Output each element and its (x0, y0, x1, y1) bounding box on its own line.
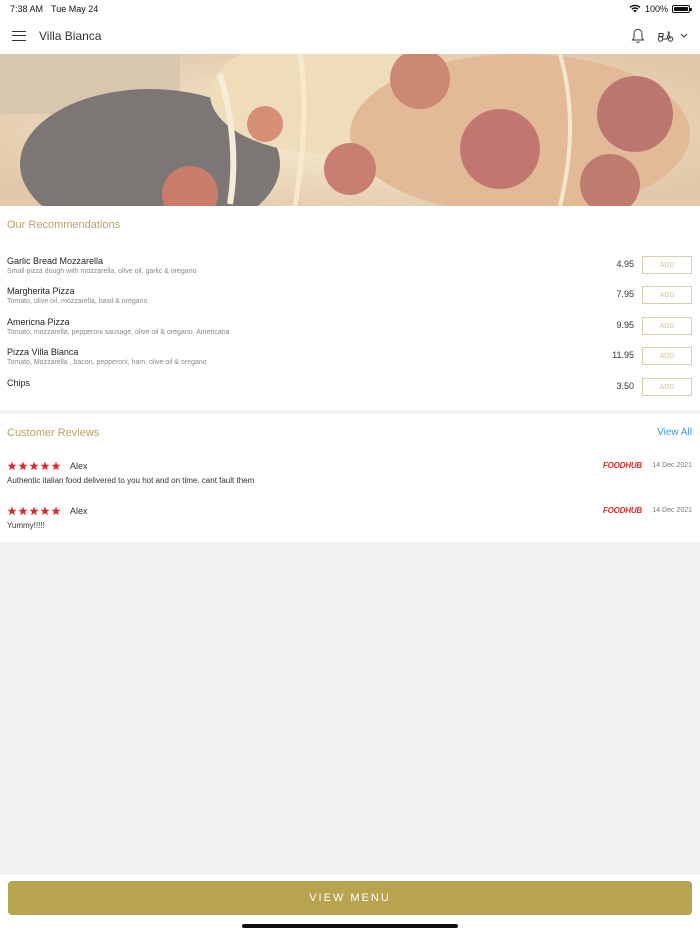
menu-item[interactable]: Pizza Villa Blanca Tomato, Mozzarella , … (0, 347, 700, 377)
star-icon (18, 506, 28, 516)
item-description: Tomato, mozzarella, pepperoni sausage, o… (7, 329, 230, 336)
star-icon (51, 461, 61, 471)
review-text: Authentic italian food delivered to you … (7, 476, 255, 485)
item-description: Tomato, olive oil, mozzarella, basil & o… (7, 298, 148, 305)
review-item: Alex Yummy!!!!! FOODHUB 14 Dec 2021 (0, 506, 700, 546)
bottom-bar: VIEW MENU (0, 875, 700, 934)
battery-percent: 100% (644, 3, 668, 14)
review-date: 14 Dec 2021 (652, 462, 692, 469)
star-icon (7, 461, 17, 471)
star-icon (18, 461, 28, 471)
wifi-icon (629, 4, 641, 13)
star-icon (51, 506, 61, 516)
status-time: 7:38 AM (10, 3, 44, 14)
status-date: Tue May 24 (51, 3, 99, 14)
hamburger-menu-icon[interactable] (12, 30, 26, 41)
app-header: Villa Bianca (0, 17, 700, 54)
view-menu-button[interactable]: VIEW MENU (8, 881, 692, 915)
reviewer-name: Alex (70, 506, 88, 516)
add-button[interactable]: ADD (642, 256, 692, 274)
menu-item[interactable]: Margherita Pizza Tomato, olive oil, mozz… (0, 286, 700, 316)
menu-item[interactable]: Chips 3.50 ADD (0, 378, 700, 408)
star-icon (40, 506, 50, 516)
item-name: Margherita Pizza (7, 286, 75, 296)
reviews-section: Customer Reviews View All Alex Authentic… (0, 414, 700, 542)
reviews-title: Customer Reviews (7, 427, 100, 439)
star-icon (40, 461, 50, 471)
add-button[interactable]: ADD (642, 378, 692, 396)
star-icon (7, 506, 17, 516)
menu-item[interactable]: Garlic Bread Mozzarella Small pizza doug… (0, 256, 700, 286)
star-rating (7, 506, 61, 516)
status-bar: 7:38 AM Tue May 24 100% (0, 0, 700, 17)
star-icon (29, 461, 39, 471)
chevron-down-icon (680, 33, 688, 38)
item-price: 11.95 (612, 350, 634, 360)
home-indicator (242, 924, 458, 928)
item-name: Garlic Bread Mozzarella (7, 256, 104, 266)
star-rating (7, 461, 61, 471)
add-button[interactable]: ADD (642, 317, 692, 335)
reviewer-name: Alex (70, 461, 88, 471)
foodhub-logo: FOODHUB (602, 506, 642, 515)
menu-item[interactable]: Americna Pizza Tomato, mozzarella, peppe… (0, 317, 700, 347)
item-price: 4.95 (616, 259, 634, 269)
item-price: 3.50 (616, 381, 634, 391)
foodhub-logo: FOODHUB (602, 461, 642, 470)
item-description: Tomato, Mozzarella , bacon, pepperoni, h… (7, 359, 207, 366)
add-button[interactable]: ADD (642, 347, 692, 365)
page-title: Villa Bianca (39, 28, 102, 43)
recommendations-section: Our Recommendations Garlic Bread Mozzare… (0, 206, 700, 410)
delivery-mode-selector[interactable] (657, 30, 688, 42)
item-price: 9.95 (616, 320, 634, 330)
star-icon (29, 506, 39, 516)
hero-image (0, 54, 700, 206)
add-button[interactable]: ADD (642, 286, 692, 304)
scooter-icon (657, 31, 674, 42)
review-text: Yummy!!!!! (7, 521, 45, 530)
view-all-link[interactable]: View All (657, 427, 692, 438)
header-actions (631, 28, 688, 44)
item-description: Small pizza dough with mozzarella, olive… (7, 268, 197, 275)
review-item: Alex Authentic italian food delivered to… (0, 461, 700, 501)
battery-icon (672, 4, 692, 13)
review-date: 14 Dec 2021 (652, 507, 692, 514)
status-right: 100% (629, 3, 692, 14)
bell-icon[interactable] (631, 28, 645, 44)
item-price: 7.95 (616, 289, 634, 299)
recommendations-title: Our Recommendations (7, 219, 121, 231)
item-name: Americna Pizza (7, 317, 70, 327)
item-name: Chips (7, 378, 31, 388)
item-name: Pizza Villa Blanca (7, 347, 79, 357)
